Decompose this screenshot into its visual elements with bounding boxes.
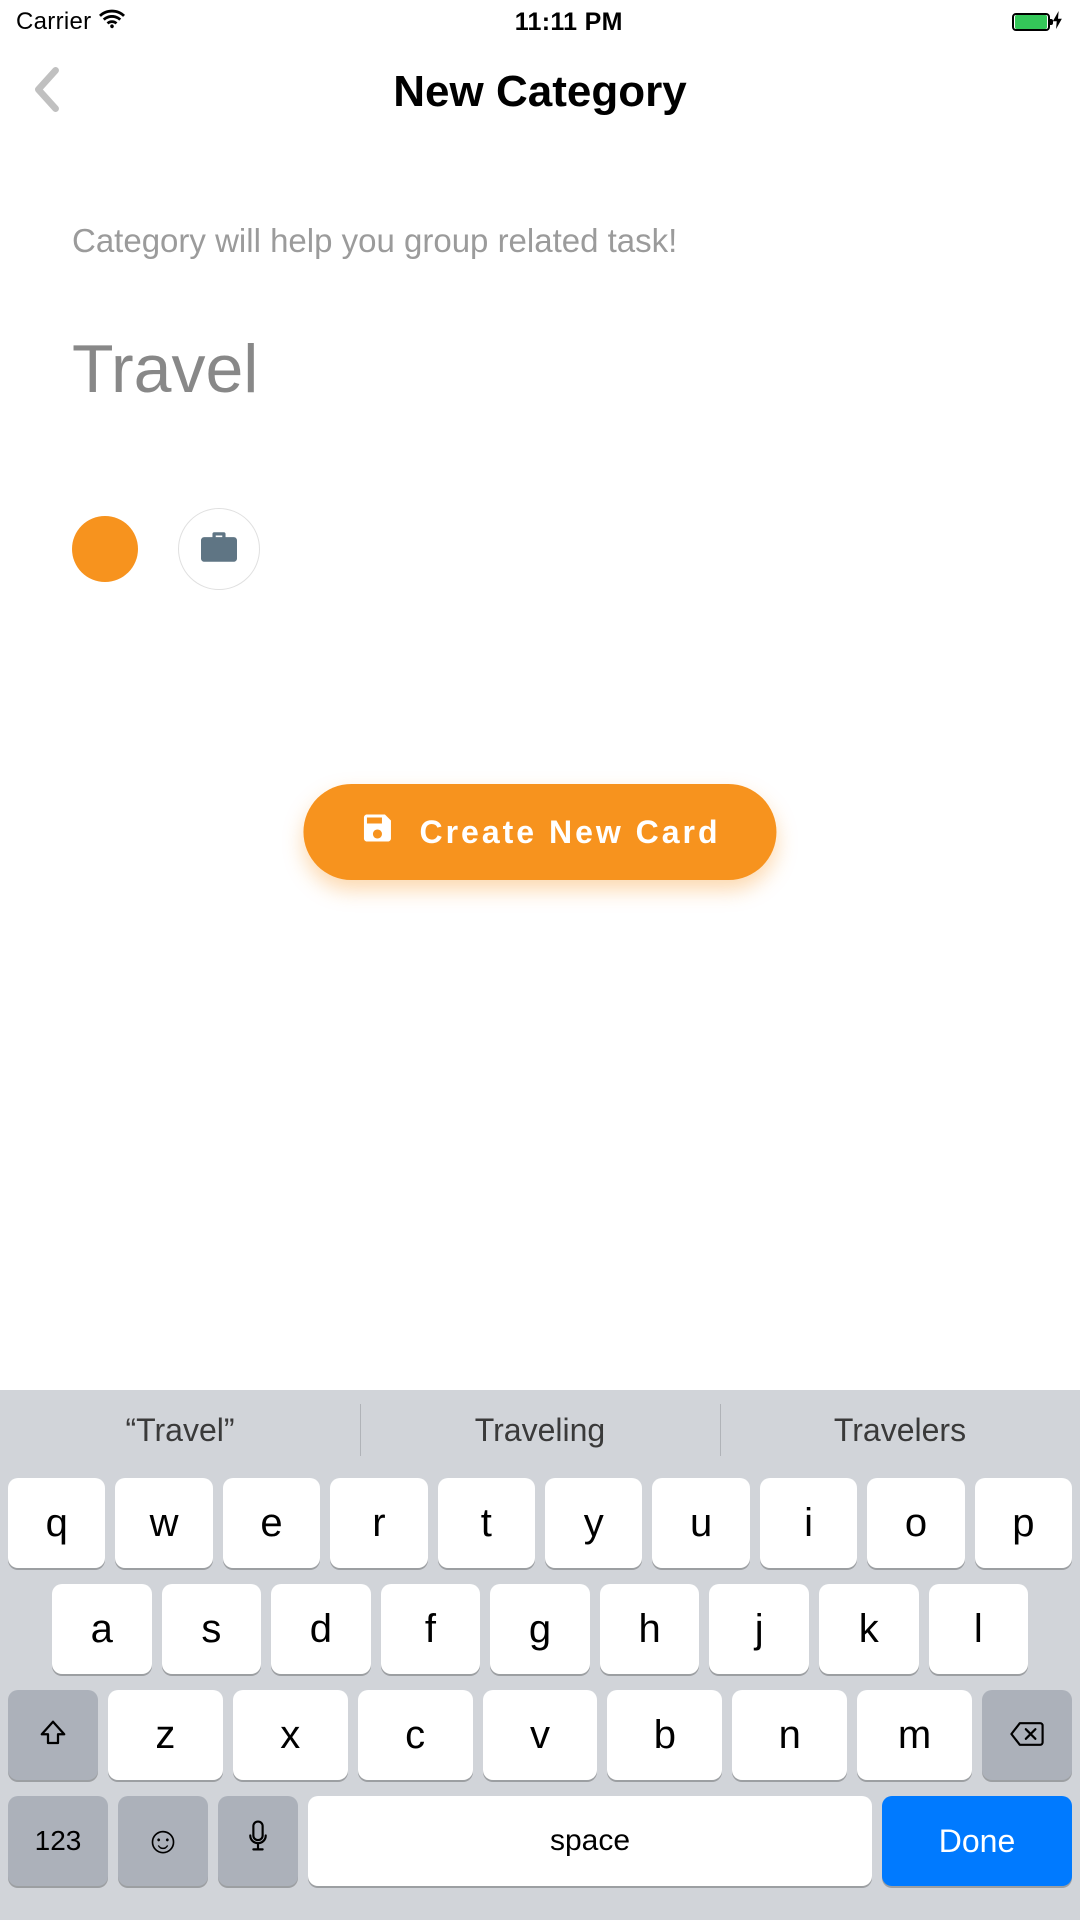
key-shift[interactable] [8,1690,98,1780]
charging-icon [1052,11,1064,34]
status-bar: Carrier 11:11 PM [0,0,1080,44]
key-j[interactable]: j [709,1584,809,1674]
key-x[interactable]: x [233,1690,348,1780]
icon-picker-chip[interactable] [178,508,260,590]
key-t[interactable]: t [438,1478,535,1568]
content-area: Category will help you group related tas… [0,222,1080,590]
keyboard-suggestion[interactable]: Traveling [360,1390,720,1470]
page-title: New Category [393,67,686,117]
helper-text: Category will help you group related tas… [72,222,1008,260]
key-dictation[interactable] [218,1796,298,1886]
key-o[interactable]: o [867,1478,964,1568]
keyboard-row-2: a s d f g h j k l [8,1584,1072,1674]
attribute-chips [72,508,1008,590]
key-k[interactable]: k [819,1584,919,1674]
category-name-input[interactable] [72,330,1008,408]
key-v[interactable]: v [483,1690,598,1780]
nav-bar: New Category [0,44,1080,140]
keyboard-suggestion[interactable]: “Travel” [0,1390,360,1470]
key-h[interactable]: h [600,1584,700,1674]
clock-label: 11:11 PM [515,8,623,37]
status-left: Carrier [16,8,125,36]
back-button[interactable] [32,67,60,118]
battery-icon [1012,13,1050,31]
key-m[interactable]: m [857,1690,972,1780]
key-numbers[interactable]: 123 [8,1796,108,1886]
keyboard-row-3: z x c v b n m [8,1690,1072,1780]
key-q[interactable]: q [8,1478,105,1568]
key-space[interactable]: space [308,1796,872,1886]
key-emoji[interactable]: ☺ [118,1796,208,1886]
key-g[interactable]: g [490,1584,590,1674]
wifi-icon [99,8,125,36]
key-w[interactable]: w [115,1478,212,1568]
microphone-icon [247,1819,269,1864]
keyboard-suggestion-bar: “Travel” Traveling Travelers [0,1390,1080,1470]
key-y[interactable]: y [545,1478,642,1568]
create-card-button[interactable]: Create New Card [303,784,776,880]
key-backspace[interactable] [982,1690,1072,1780]
keyboard-row-1: q w e r t y u i o p [8,1478,1072,1568]
briefcase-icon [199,529,239,570]
keyboard-row-4: 123 ☺ space Done [8,1796,1072,1886]
status-right [1012,11,1064,34]
key-done[interactable]: Done [882,1796,1072,1886]
key-u[interactable]: u [652,1478,749,1568]
key-e[interactable]: e [223,1478,320,1568]
key-r[interactable]: r [330,1478,427,1568]
key-a[interactable]: a [52,1584,152,1674]
backspace-icon [1009,1713,1045,1758]
carrier-label: Carrier [16,8,91,36]
key-p[interactable]: p [975,1478,1072,1568]
save-icon [359,810,395,854]
create-card-label: Create New Card [419,814,720,851]
key-n[interactable]: n [732,1690,847,1780]
color-picker-swatch[interactable] [72,516,138,582]
keyboard-suggestion[interactable]: Travelers [720,1390,1080,1470]
on-screen-keyboard: “Travel” Traveling Travelers q w e r t y… [0,1390,1080,1920]
key-b[interactable]: b [607,1690,722,1780]
key-c[interactable]: c [358,1690,473,1780]
key-f[interactable]: f [381,1584,481,1674]
emoji-icon: ☺ [144,1820,183,1863]
key-l[interactable]: l [929,1584,1029,1674]
shift-icon [38,1713,68,1758]
key-i[interactable]: i [760,1478,857,1568]
key-d[interactable]: d [271,1584,371,1674]
key-z[interactable]: z [108,1690,223,1780]
key-s[interactable]: s [162,1584,262,1674]
